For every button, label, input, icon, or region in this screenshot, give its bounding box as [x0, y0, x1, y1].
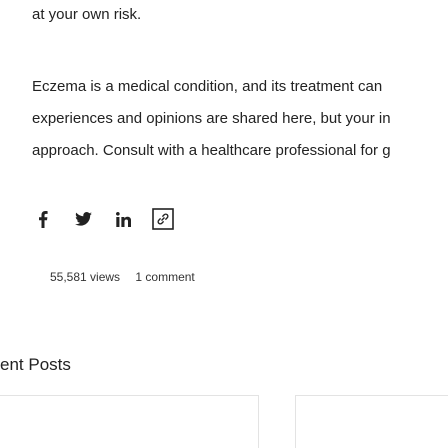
article-text-risk: at your own risk. — [32, 6, 142, 23]
copy-link-button[interactable] — [152, 208, 174, 230]
linkedin-icon — [115, 211, 131, 227]
recent-post-card-divider — [258, 395, 259, 448]
disclaimer-text-line-2: experiences and opinions are shared here… — [32, 110, 391, 127]
recent-posts-heading: ent Posts — [0, 355, 71, 374]
comments-link[interactable]: 1 comment — [135, 270, 194, 284]
link-icon — [152, 208, 174, 230]
recent-post-card-border — [295, 395, 448, 396]
share-twitter-button[interactable] — [72, 208, 94, 230]
share-bar — [32, 206, 192, 232]
recent-post-card-divider — [295, 395, 296, 448]
facebook-icon — [39, 210, 48, 228]
views-count: 55,581 views — [50, 270, 121, 284]
disclaimer-text-line-3: approach. Consult with a healthcare prof… — [32, 142, 391, 159]
post-stats: 55,581 views 1 comment — [50, 270, 195, 284]
share-linkedin-button[interactable] — [112, 208, 134, 230]
recent-post-card-border — [0, 395, 259, 396]
disclaimer-text-line-1: Eczema is a medical condition, and its t… — [32, 78, 383, 95]
share-facebook-button[interactable] — [32, 208, 54, 230]
twitter-icon — [74, 212, 92, 226]
